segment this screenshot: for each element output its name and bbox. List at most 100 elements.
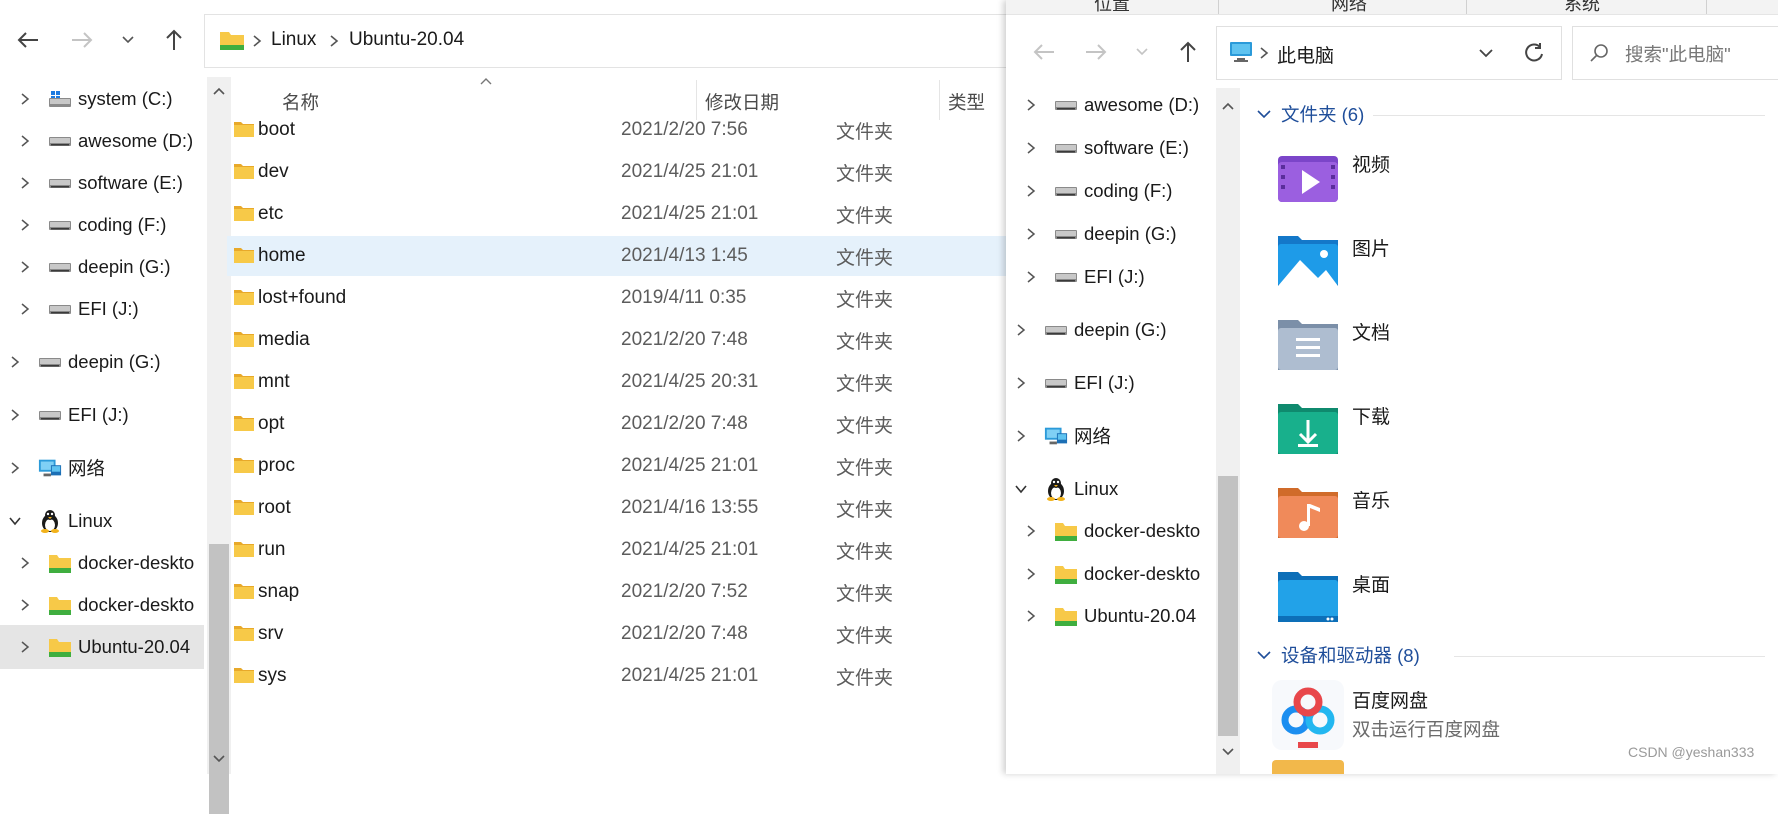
chevron-right-icon[interactable] [18, 260, 32, 274]
chevron-down-icon[interactable] [8, 514, 22, 528]
nav-tree-item[interactable]: coding (F:) [1024, 169, 1216, 213]
chevron-right-icon[interactable] [18, 176, 32, 190]
nav-tree-item[interactable]: EFI (J:) [1014, 361, 1216, 405]
file-row[interactable]: etc 2021/4/25 21:01 文件夹 [227, 194, 1006, 234]
chevron-right-icon[interactable] [18, 92, 32, 106]
nav-tree-item[interactable]: docker-deskto [1024, 552, 1216, 596]
file-row[interactable]: snap 2021/2/20 7:52 文件夹 [227, 572, 1006, 612]
library-folder[interactable]: 视频 [1276, 148, 1536, 208]
search-input[interactable]: 搜索"此电脑" [1625, 41, 1731, 67]
chevron-right-icon[interactable] [1014, 376, 1028, 390]
forward-button[interactable] [64, 22, 100, 58]
chevron-down-icon[interactable] [1014, 482, 1028, 496]
up-button[interactable] [156, 22, 192, 58]
chevron-down-icon[interactable] [1479, 49, 1493, 58]
nav-tree-item[interactable]: 网络 [0, 446, 204, 490]
nav-tree-item[interactable]: Linux [0, 499, 204, 543]
file-row[interactable]: root 2021/4/16 13:55 文件夹 [227, 488, 1006, 528]
chevron-right-icon[interactable] [1024, 141, 1038, 155]
nav-tree-item[interactable]: Ubuntu-20.04 [1024, 594, 1216, 638]
breadcrumb-linux[interactable]: Linux [271, 29, 316, 51]
nav-tree-item[interactable]: software (E:) [1024, 126, 1216, 170]
nav-tree-item[interactable]: deepin (G:) [1014, 308, 1216, 352]
nav-tree-item[interactable]: deepin (G:) [0, 245, 204, 289]
device-baidu-netdisk[interactable]: 百度网盘 双击运行百度网盘 [1272, 678, 1572, 750]
chevron-right-icon[interactable] [18, 556, 32, 570]
breadcrumb-this-pc[interactable]: 此电脑 [1277, 41, 1334, 68]
address-bar[interactable]: 此电脑 [1216, 26, 1508, 80]
tab-system[interactable]: 系统 [1564, 0, 1600, 14]
file-row[interactable]: media 2021/2/20 7:48 文件夹 [227, 320, 1006, 360]
forward-button[interactable] [1078, 34, 1114, 70]
nav-tree-item[interactable]: deepin (G:) [1024, 212, 1216, 256]
chevron-right-icon[interactable] [18, 640, 32, 654]
chevron-right-icon[interactable] [18, 218, 32, 232]
nav-tree-item[interactable]: coding (F:) [0, 203, 204, 247]
chevron-right-icon[interactable] [1024, 524, 1038, 538]
library-folder[interactable]: 文档 [1276, 316, 1536, 376]
address-bar[interactable]: Linux Ubuntu-20.04 [204, 14, 1025, 68]
nav-tree-item[interactable]: EFI (J:) [0, 393, 204, 437]
breadcrumb-ubuntu[interactable]: Ubuntu-20.04 [349, 29, 464, 51]
refresh-button[interactable] [1507, 26, 1562, 80]
folders-group-header[interactable]: 文件夹 (6) [1257, 99, 1364, 129]
nav-tree-item[interactable]: awesome (D:) [1024, 83, 1216, 127]
file-row[interactable]: home 2021/4/13 1:45 文件夹 [227, 236, 1006, 276]
chevron-right-icon[interactable] [1024, 609, 1038, 623]
tab-network[interactable]: 网络 [1331, 0, 1367, 14]
back-button[interactable] [10, 22, 46, 58]
file-row[interactable]: mnt 2021/4/25 20:31 文件夹 [227, 362, 1006, 402]
recent-locations-button[interactable] [1124, 34, 1160, 70]
chevron-right-icon[interactable] [18, 134, 32, 148]
devices-group-header[interactable]: 设备和驱动器 (8) [1257, 640, 1420, 670]
file-name: proc [258, 455, 295, 476]
chevron-right-icon[interactable] [1014, 429, 1028, 443]
scroll-thumb[interactable] [1218, 476, 1238, 736]
chevron-right-icon[interactable] [1024, 567, 1038, 581]
chevron-right-icon[interactable] [8, 408, 22, 422]
chevron-right-icon[interactable] [1024, 227, 1038, 241]
library-folder-label: 下载 [1352, 407, 1391, 428]
chevron-right-icon[interactable] [18, 302, 32, 316]
nav-tree-item[interactable]: 网络 [1014, 414, 1216, 458]
nav-tree-item[interactable]: Ubuntu-20.04 [0, 625, 204, 669]
chevron-right-icon[interactable] [1014, 323, 1028, 337]
library-folder[interactable]: 下载 [1276, 400, 1536, 460]
nav-tree-item[interactable]: Linux [1014, 467, 1216, 511]
back-button[interactable] [1026, 34, 1062, 70]
library-folder[interactable]: 桌面 [1276, 568, 1536, 628]
library-folder-label: 桌面 [1352, 575, 1391, 596]
nav-tree-item[interactable]: docker-deskto [0, 583, 204, 627]
up-button[interactable] [1170, 34, 1206, 70]
file-row[interactable]: run 2021/4/25 21:01 文件夹 [227, 530, 1006, 570]
nav-tree-item[interactable]: EFI (J:) [1024, 255, 1216, 299]
file-row[interactable]: dev 2021/4/25 21:01 文件夹 [227, 152, 1006, 192]
recent-locations-button[interactable] [110, 22, 146, 58]
file-row[interactable]: lost+found 2019/4/11 0:35 文件夹 [227, 278, 1006, 318]
file-row[interactable]: proc 2021/4/25 21:01 文件夹 [227, 446, 1006, 486]
nav-tree-item[interactable]: deepin (G:) [0, 340, 204, 384]
chevron-right-icon[interactable] [8, 461, 22, 475]
nav-scrollbar[interactable] [1216, 88, 1240, 774]
chevron-right-icon[interactable] [18, 598, 32, 612]
chevron-right-icon[interactable] [1024, 98, 1038, 112]
nav-tree-item[interactable]: system (C:) [0, 77, 204, 121]
file-row[interactable]: srv 2021/2/20 7:48 文件夹 [227, 614, 1006, 654]
file-row[interactable]: sys 2021/4/25 21:01 文件夹 [227, 656, 1006, 696]
chevron-right-icon[interactable] [1024, 184, 1038, 198]
drive-icon [38, 403, 62, 427]
nav-tree-item[interactable]: EFI (J:) [0, 287, 204, 331]
chevron-right-icon[interactable] [1024, 270, 1038, 284]
nav-tree-item[interactable]: docker-deskto [1024, 509, 1216, 553]
nav-tree-item[interactable]: docker-deskto [0, 541, 204, 585]
nav-tree-item[interactable]: awesome (D:) [0, 119, 204, 163]
tab-location[interactable]: 位置 [1094, 0, 1130, 14]
file-row[interactable]: opt 2021/2/20 7:48 文件夹 [227, 404, 1006, 444]
file-row[interactable]: boot 2021/2/20 7:56 文件夹 [227, 110, 1006, 150]
nav-tree-item[interactable]: software (E:) [0, 161, 204, 205]
group-divider [1373, 115, 1765, 116]
library-folder[interactable]: 音乐 [1276, 484, 1536, 544]
chevron-right-icon[interactable] [8, 355, 22, 369]
search-box[interactable]: 搜索"此电脑" [1572, 26, 1778, 80]
library-folder[interactable]: 图片 [1276, 232, 1536, 292]
